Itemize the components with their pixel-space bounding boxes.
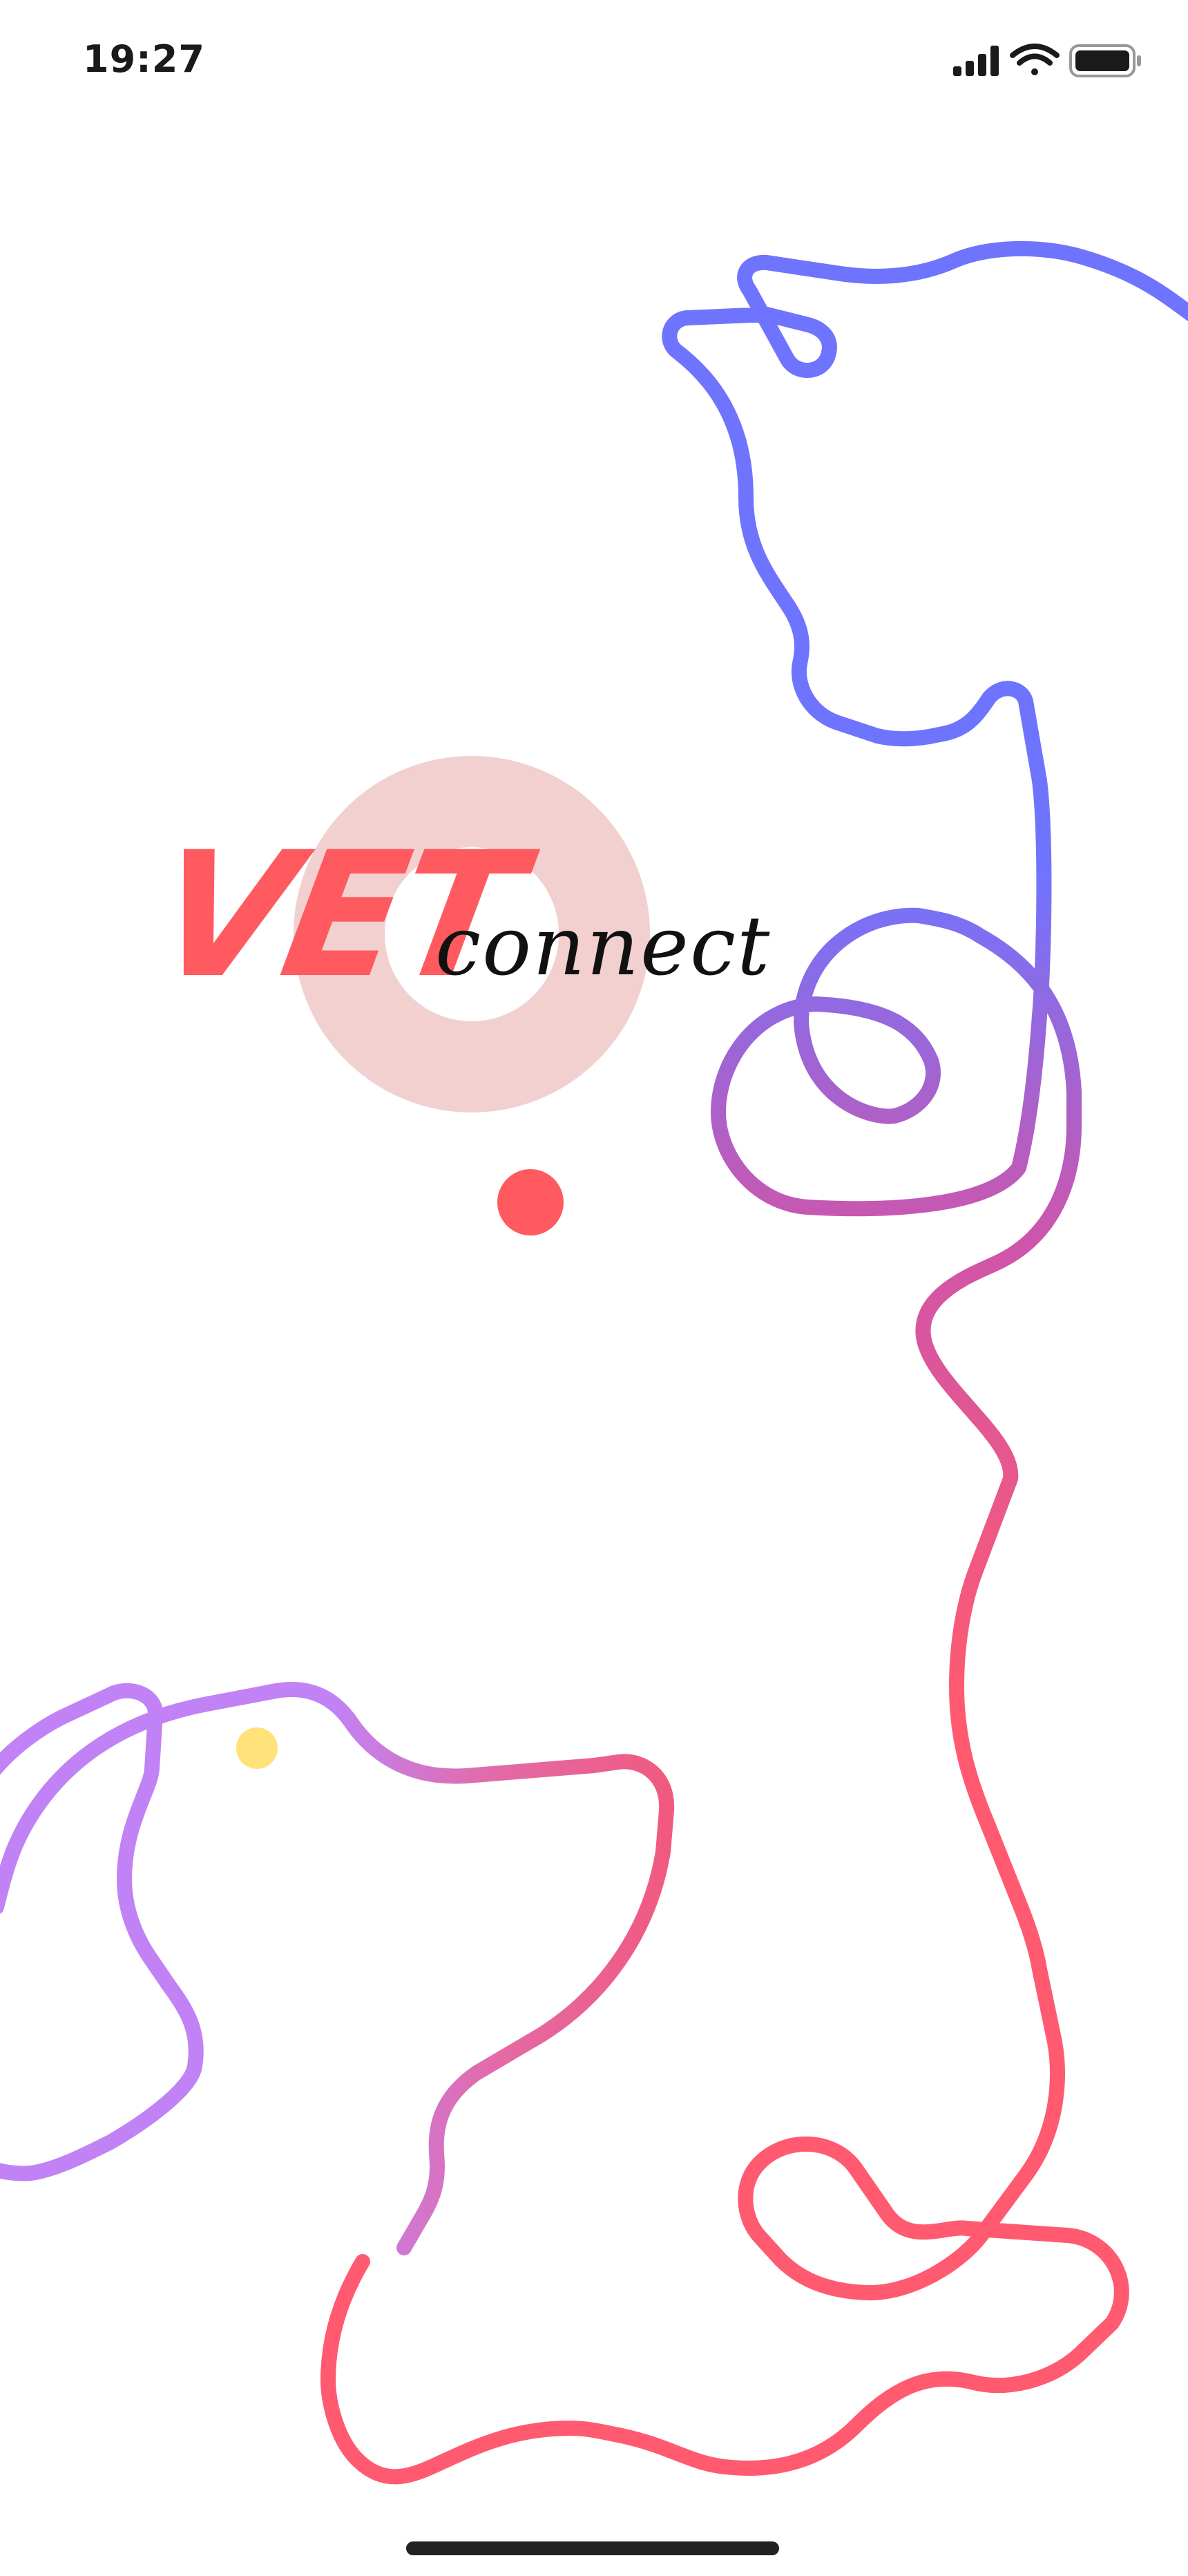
status-icons <box>953 40 1147 82</box>
cellular-signal-icon <box>953 46 999 76</box>
logo-connect-text: connect <box>435 898 772 994</box>
app-logo: VET connect <box>141 815 780 1023</box>
cat-outline-line <box>320 240 1188 2485</box>
dog-outline-line <box>0 1682 675 2255</box>
logo-accent-dot <box>497 1169 564 1235</box>
dog-eye-dot <box>236 1727 278 1769</box>
wifi-icon <box>1010 44 1060 75</box>
dog-ear-line <box>0 1683 204 2181</box>
pet-line-art-illustration <box>0 240 1188 2485</box>
battery-icon <box>1069 44 1141 77</box>
status-bar: 19:27 <box>0 0 1188 124</box>
status-time: 19:27 <box>83 37 205 81</box>
home-indicator[interactable] <box>406 2541 779 2555</box>
